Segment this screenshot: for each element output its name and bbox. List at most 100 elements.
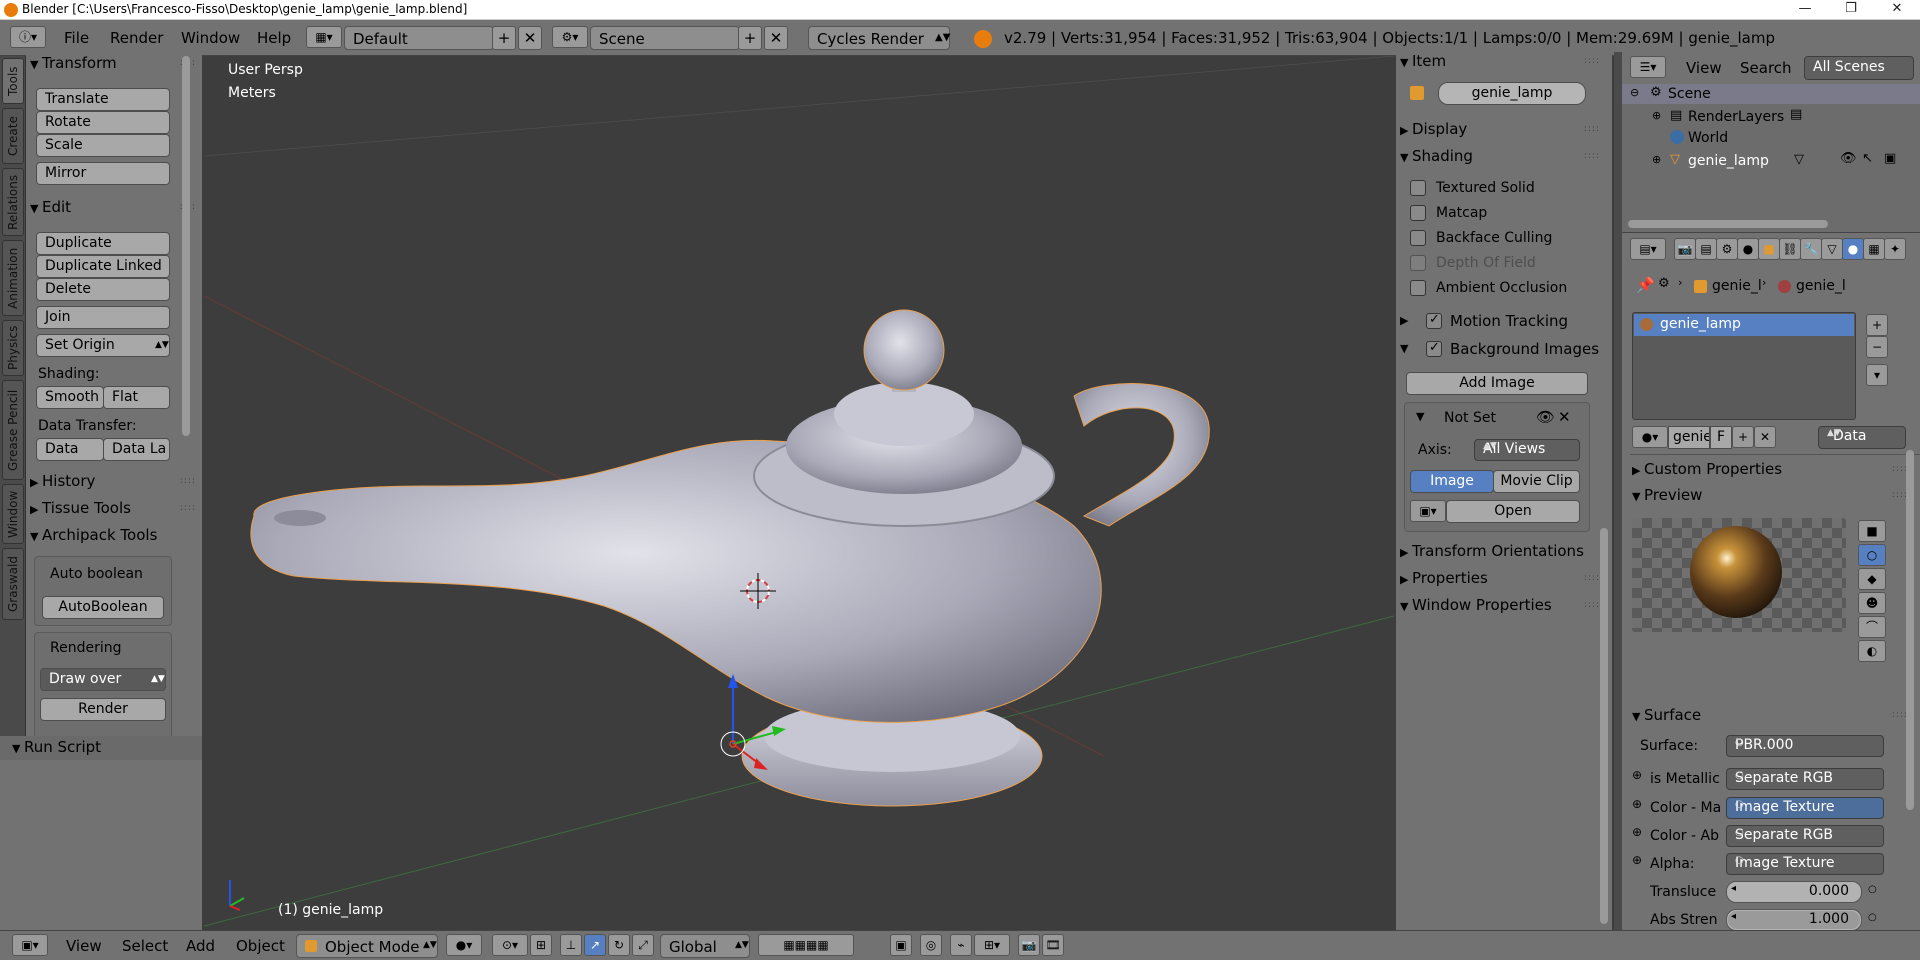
world-tab-icon[interactable]: ● (1737, 238, 1759, 260)
join-button[interactable]: Join (36, 306, 170, 329)
visibility-eye-icon[interactable]: 👁 (1536, 408, 1555, 426)
properties-shelf-scrollbar[interactable] (1600, 528, 1608, 924)
image-browse-icon[interactable]: ▣▾ (1410, 500, 1446, 522)
drag-grip-icon[interactable]: :::: (180, 476, 196, 486)
menu-render[interactable]: Render (110, 29, 163, 47)
expand-input-icon[interactable]: ⊕ (1632, 825, 1642, 839)
window-properties-panel-header[interactable]: ▼ Window Properties (1400, 596, 1552, 614)
preview-cube-icon[interactable]: ◆ (1858, 568, 1886, 590)
set-origin-dropdown[interactable]: Set Origin ▲▼ (36, 334, 170, 357)
drag-grip-icon[interactable]: :::: (180, 503, 196, 513)
collapse-arrow-icon[interactable]: ▼ (1416, 410, 1424, 423)
properties-scrollbar[interactable] (1906, 450, 1914, 810)
data-layout-button[interactable]: Data La (103, 438, 170, 461)
menu-help[interactable]: Help (257, 29, 291, 47)
object-tab-icon[interactable]: ■ (1758, 238, 1780, 260)
backface-culling-checkbox[interactable] (1410, 230, 1426, 246)
preview-hair-icon[interactable]: ⌒ (1858, 616, 1886, 638)
duplicate-linked-button[interactable]: Duplicate Linked (36, 255, 170, 278)
viewport-canvas[interactable] (204, 56, 1394, 930)
transform-orientations-panel-header[interactable]: ▶ Transform Orientations (1400, 542, 1584, 560)
custom-properties-panel-header[interactable]: ▶ Custom Properties (1632, 460, 1782, 478)
collapse-toggle-icon[interactable]: ⊖ (1630, 86, 1639, 99)
color-map-input[interactable]: Image Texture ○ (1726, 797, 1884, 819)
color-absorption-input[interactable]: Separate RGB ○ (1726, 825, 1884, 847)
matcap-checkbox[interactable] (1410, 205, 1426, 221)
tab-grease-pencil[interactable]: Grease Pencil (2, 380, 24, 480)
display-panel-header[interactable]: ▶ Display (1400, 120, 1467, 138)
drag-grip-icon[interactable]: :::: (1584, 56, 1600, 66)
modifiers-tab-icon[interactable]: 🔧 (1800, 238, 1822, 260)
menu-file[interactable]: File (64, 29, 89, 47)
drag-grip-icon[interactable]: :::: (1584, 124, 1600, 134)
expand-toggle-icon[interactable]: ⊕ (1652, 109, 1661, 122)
browse-material-icon[interactable]: ●▾ (1632, 426, 1668, 448)
flat-button[interactable]: Flat (103, 386, 170, 409)
maximize-button[interactable]: ❐ (1828, 0, 1874, 20)
depth-of-field-checkbox[interactable] (1410, 255, 1426, 271)
menu-view[interactable]: View (66, 937, 102, 955)
background-images-checkbox[interactable] (1426, 340, 1442, 357)
tab-physics[interactable]: Physics (2, 320, 24, 376)
unlink-material-button[interactable]: ✕ (1754, 426, 1776, 448)
remove-background-icon[interactable]: ✕ (1558, 408, 1571, 426)
editor-type-properties-icon[interactable]: ▤▾ (1630, 238, 1666, 260)
motion-tracking-checkbox[interactable] (1426, 312, 1442, 329)
object-name-field[interactable]: genie_lamp (1438, 82, 1586, 105)
absorption-strength-slider[interactable]: ◂ 1.000 (1726, 909, 1862, 931)
expand-input-icon[interactable]: ⊕ (1632, 797, 1642, 811)
surface-shader-dropdown[interactable]: PBR.000 ○ (1726, 735, 1884, 757)
drag-grip-icon[interactable]: :::: (1584, 573, 1600, 583)
add-material-slot-button[interactable]: + (1866, 314, 1888, 336)
material-name-field[interactable]: genie (1668, 426, 1710, 449)
outliner-row-scene[interactable] (1622, 84, 1920, 104)
outliner-display-mode-dropdown[interactable]: All Scenes (1804, 56, 1914, 80)
expand-input-icon[interactable]: ⊕ (1632, 853, 1642, 867)
area-divider[interactable] (1614, 52, 1622, 930)
preview-monkey-icon[interactable]: ☻ (1858, 592, 1886, 614)
ambient-occlusion-checkbox[interactable] (1410, 280, 1426, 296)
axis-dropdown[interactable]: All Views ▲▼ (1474, 439, 1580, 461)
only-origins-icon[interactable]: ⊞ (530, 934, 552, 956)
tab-graswald[interactable]: Graswald (2, 548, 24, 620)
mirror-button[interactable]: Mirror (36, 162, 170, 185)
is-metallic-input[interactable]: Separate RGB ○ (1726, 768, 1884, 790)
menu-window[interactable]: Window (181, 29, 240, 47)
movie-clip-source-button[interactable]: Movie Clip (1493, 470, 1580, 493)
link-data-dropdown[interactable]: Data ▲▼ (1818, 426, 1906, 449)
item-panel-header[interactable]: ▼ Item (1400, 52, 1446, 70)
expand-input-icon[interactable]: ⊕ (1632, 768, 1642, 782)
render-animation-opengl-icon[interactable]: 🎞 (1042, 934, 1064, 956)
texture-tab-icon[interactable]: ▦ (1863, 238, 1885, 260)
delete-button[interactable]: Delete (36, 278, 170, 301)
viewport-shading-icon[interactable]: ●▾ (446, 934, 482, 956)
open-image-button[interactable]: Open (1446, 500, 1580, 523)
visibility-eye-icon[interactable]: 👁 (1840, 151, 1857, 166)
manipulator-toggle-icon[interactable]: ⊥ (560, 934, 582, 956)
close-button[interactable]: ✕ (1874, 0, 1920, 20)
constraints-tab-icon[interactable]: ⛓ (1779, 238, 1801, 260)
breadcrumb-object[interactable]: genie_l (1712, 278, 1762, 294)
renderability-camera-icon[interactable]: ▣ (1884, 151, 1896, 166)
preview-flat-icon[interactable]: ■ (1858, 520, 1886, 542)
snap-toggle-icon[interactable]: ⌁ (950, 934, 972, 956)
preview-sky-icon[interactable]: ◐ (1858, 640, 1886, 662)
interaction-mode-dropdown[interactable]: Object Mode ▲▼ (296, 934, 438, 958)
outliner-search-menu[interactable]: Search (1740, 59, 1792, 77)
scene-icon[interactable]: ⚙▾ (552, 26, 588, 48)
archipack-panel-header[interactable]: ▼ Archipack Tools (30, 526, 157, 544)
editor-type-3d-view-icon[interactable]: ▣▾ (12, 934, 48, 956)
input-socket-icon[interactable]: ○ (1868, 912, 1877, 923)
menu-add[interactable]: Add (186, 937, 215, 955)
3d-viewport[interactable]: User Persp Meters (1) genie_lamp (204, 56, 1394, 930)
outliner-view-menu[interactable]: View (1686, 59, 1722, 77)
tab-animation[interactable]: Animation (2, 240, 24, 316)
scale-manipulator-icon[interactable]: ⤢ (632, 934, 654, 956)
scene-tab-icon[interactable]: ⚙ (1716, 238, 1738, 260)
translate-manipulator-icon[interactable]: ↗ (584, 934, 606, 956)
material-slot-specials-button[interactable]: ▾ (1866, 364, 1888, 386)
render-layers-tab-icon[interactable]: ▤ (1695, 238, 1717, 260)
add-layout-button[interactable]: + (492, 26, 516, 50)
smooth-button[interactable]: Smooth (36, 386, 104, 409)
surface-panel-header[interactable]: ▼ Surface (1632, 706, 1701, 724)
